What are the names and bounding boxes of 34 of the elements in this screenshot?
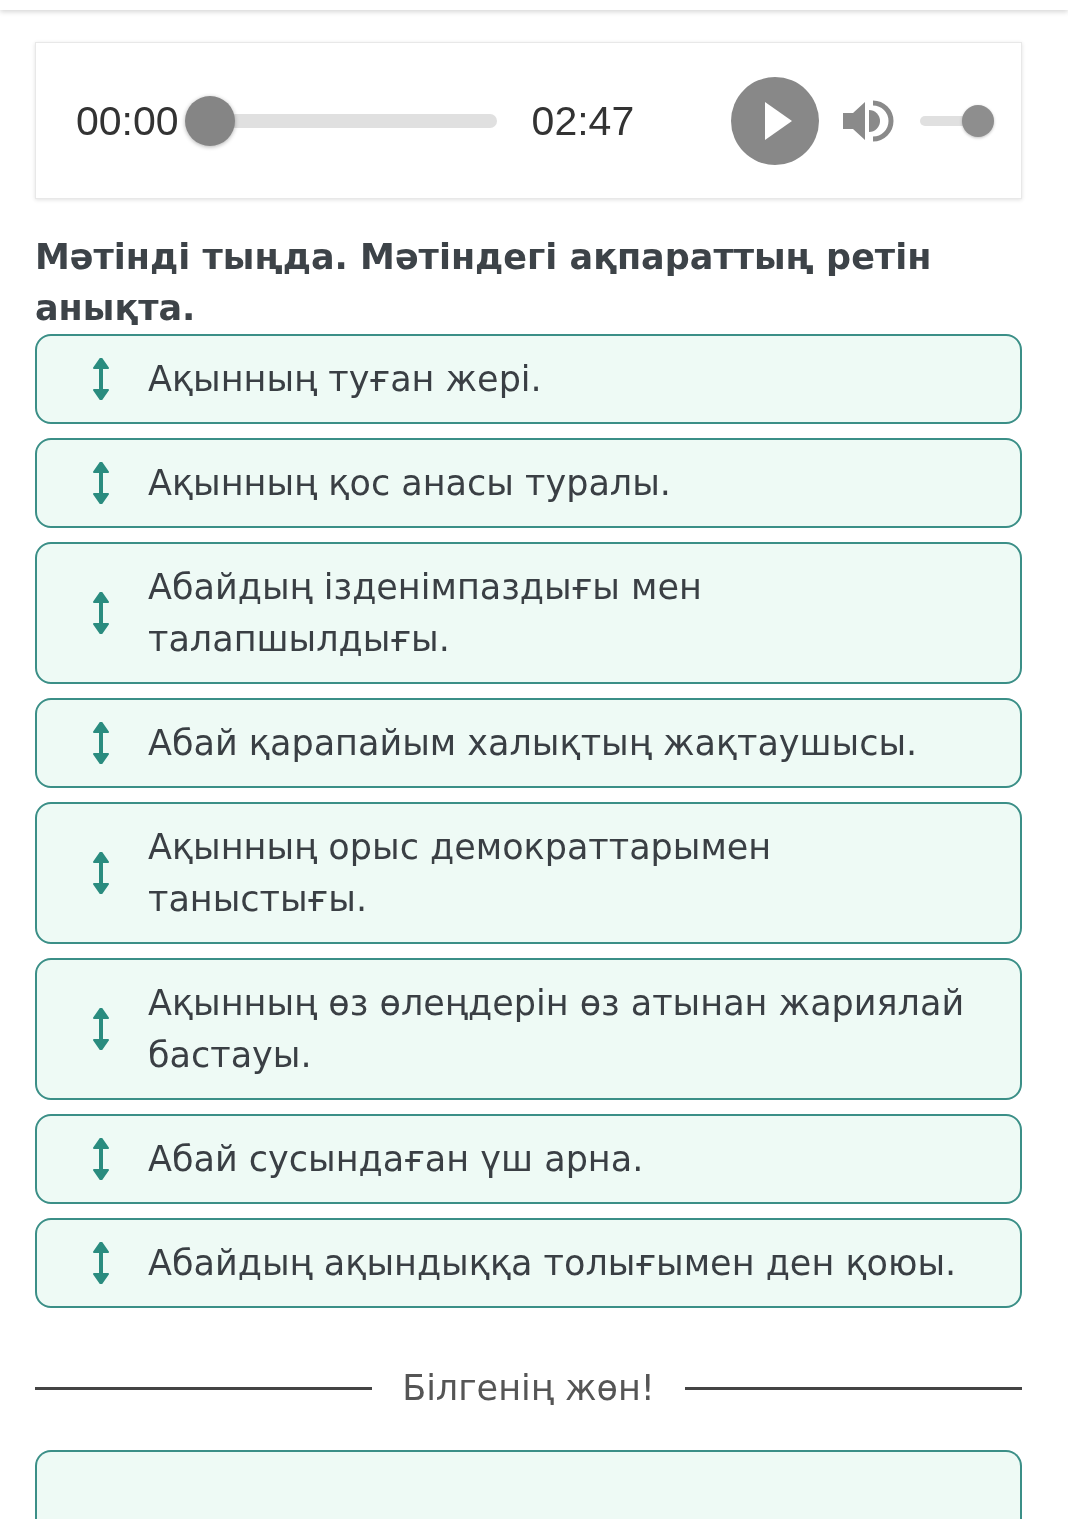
up-down-arrow-icon (92, 592, 110, 634)
item-text: Абайдың ақындыққа толығымен ден қоюы. (148, 1242, 957, 1285)
up-down-arrow-icon (92, 722, 110, 764)
item-text: Абайдың ізденімпаздығы мен талапшылдығы. (148, 566, 703, 661)
seek-slider-thumb[interactable] (184, 95, 235, 146)
sortable-answer-item[interactable]: Ақынның өз өлеңдерін өз атынан жариялай бастауы. (35, 958, 1022, 1100)
item-text: Ақынның өз өлеңдерін өз атынан жариялай бастауы. (148, 982, 966, 1077)
seek-slider[interactable] (184, 95, 497, 146)
up-down-arrow-icon (92, 358, 110, 400)
sortable-answer-item[interactable]: Ақынның туған жері. (35, 334, 1022, 424)
speaker-icon[interactable] (843, 98, 896, 143)
volume-slider-thumb[interactable] (962, 104, 995, 137)
up-down-arrow-icon (92, 852, 110, 894)
sortable-answer-item[interactable]: Абай сусындаған үш арна. (35, 1114, 1022, 1204)
item-text: Ақынның орыс демократтарымен таныстығы. (148, 826, 773, 921)
item-text: Абай сусындаған үш арна. (148, 1138, 644, 1181)
sortable-answer-item[interactable]: Абайдың ізденімпаздығы мен талапшылдығы. (35, 542, 1022, 684)
item-text: Ақынның туған жері. (148, 358, 542, 401)
up-down-arrow-icon (92, 462, 110, 504)
up-down-arrow-icon (92, 1242, 110, 1284)
duration-time: 02:47 (531, 96, 635, 145)
sortable-answer-item[interactable]: Абайдың ақындыққа толығымен ден қоюы. (35, 1218, 1022, 1308)
instruction-text: Мәтінді тыңда. Мәтіндегі ақпараттың ретін анықта. (35, 236, 933, 330)
item-text: Ақынның қос анасы туралы. (148, 462, 671, 505)
current-time: 00:00 (76, 96, 179, 145)
sortable-answer-item[interactable]: Ақынның орыс демократтарымен таныстығы. (35, 802, 1022, 944)
sortable-answer-item[interactable]: Абай қарапайым халықтың жақтаушысы. (35, 698, 1022, 788)
volume-slider[interactable] (920, 104, 995, 137)
section-title: Білгенің жөн! (402, 1367, 655, 1410)
sortable-answer-item[interactable]: Ақынның қос анасы туралы. (35, 438, 1022, 528)
item-text: Абай қарапайым халықтың жақтаушысы. (148, 722, 918, 765)
up-down-arrow-icon (92, 1138, 110, 1180)
play-icon (765, 101, 793, 140)
up-down-arrow-icon (92, 1008, 110, 1050)
